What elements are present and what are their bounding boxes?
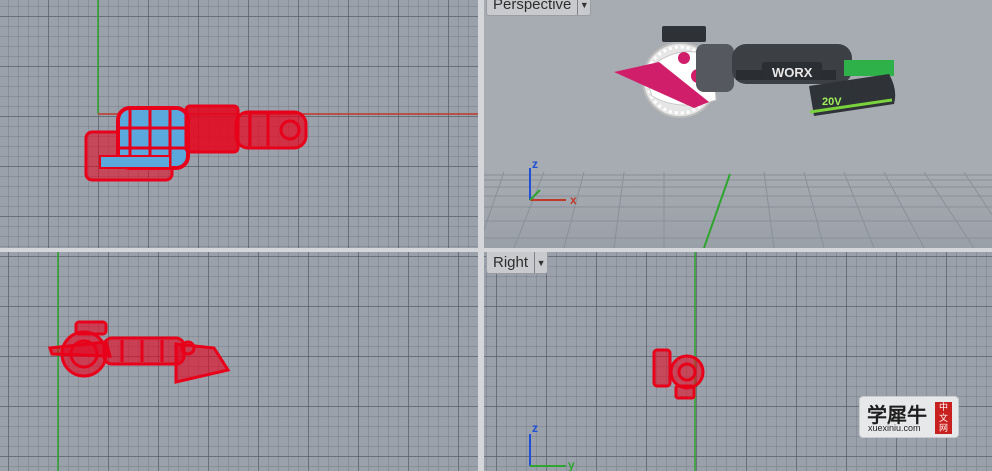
watermark-url: xuexiniu.com — [868, 423, 921, 433]
perspective-scene: WORX 20V z x — [484, 26, 992, 248]
viewport-tab-right[interactable]: Right ▼ — [486, 252, 549, 274]
axis-y-label: y — [568, 458, 575, 471]
front-scene — [47, 252, 231, 471]
viewport-tab-perspective[interactable]: Perspective ▼ — [486, 0, 592, 16]
axis-x-label: x — [570, 193, 577, 207]
viewport-top[interactable] — [0, 0, 478, 248]
seal-char: 网 — [938, 423, 948, 433]
viewport-splitter-vertical[interactable] — [478, 0, 484, 471]
axis-z-label: z — [532, 157, 538, 171]
saw-wireframe-top — [84, 104, 308, 182]
seal-char: 中 — [938, 402, 948, 412]
right-scene: z y — [529, 252, 705, 471]
saw-wireframe-front — [47, 320, 231, 384]
watermark-logo: 学犀牛 xuexiniu.com 中 文 网 — [860, 397, 958, 437]
viewport-right[interactable]: z y Right ▼ — [484, 252, 992, 471]
viewport-title: Right — [493, 254, 529, 271]
viewport-perspective[interactable]: WORX 20V z x Perspective ▼ — [484, 0, 992, 248]
chevron-down-icon[interactable]: ▼ — [534, 252, 547, 273]
battery-label: 20V — [822, 96, 842, 108]
watermark-seal: 中 文 网 — [935, 402, 952, 434]
top-scene — [84, 0, 478, 182]
viewport-splitter-horizontal[interactable] — [0, 248, 992, 252]
chevron-down-icon[interactable]: ▼ — [577, 0, 590, 15]
saw-render: WORX 20V — [614, 26, 896, 118]
seal-char: 文 — [938, 412, 948, 423]
brand-label: WORX — [772, 65, 813, 80]
axis-z-label: z — [532, 421, 538, 435]
viewport-front[interactable] — [0, 252, 478, 471]
viewport-title: Perspective — [493, 0, 572, 13]
axis-gizmo-right: z y — [529, 421, 575, 471]
